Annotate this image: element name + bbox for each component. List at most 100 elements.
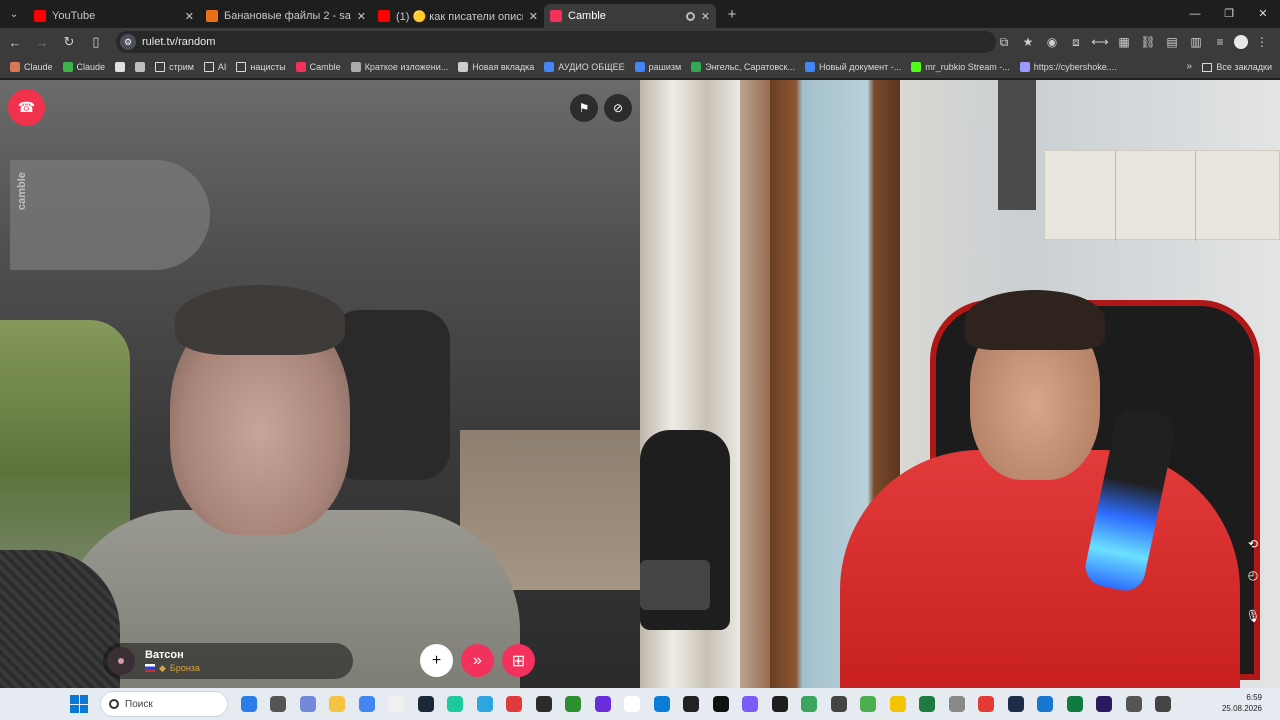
microphone-button[interactable]: 🎙 — [1243, 606, 1263, 626]
taskbar-app-button[interactable] — [1090, 690, 1120, 718]
taskbar-app-button[interactable] — [352, 690, 382, 718]
close-icon[interactable]: ✕ — [701, 10, 710, 23]
taskbar-app-button[interactable] — [824, 690, 854, 718]
taskbar-app-button[interactable] — [323, 690, 353, 718]
address-bar[interactable]: ⚙ rulet.tv/random — [116, 31, 996, 53]
bookmark-item[interactable]: mr_rubkio Stream -... — [907, 62, 1014, 72]
close-icon[interactable]: ✕ — [357, 10, 366, 23]
install-app-icon[interactable]: ⧉ — [994, 35, 1014, 50]
taskbar-app-button[interactable] — [559, 690, 589, 718]
bookmark-item[interactable]: Claude — [6, 62, 57, 72]
taskbar-app-button[interactable] — [706, 690, 736, 718]
link-icon[interactable]: ⛓ — [1138, 35, 1158, 49]
taskbar-app-button[interactable] — [1060, 690, 1090, 718]
switch-camera-button[interactable]: ⟲ — [1243, 534, 1263, 554]
apps-grid-icon[interactable]: ▦ — [1114, 35, 1134, 49]
bookmark-item[interactable]: Новая вкладка — [454, 62, 538, 72]
gift-button[interactable]: ⊞ — [502, 644, 535, 677]
bookmark-item[interactable] — [131, 62, 149, 72]
taskbar-app-button[interactable] — [382, 690, 412, 718]
bookmark-item[interactable]: нацисты — [232, 62, 289, 72]
plus-icon: + — [431, 651, 442, 669]
minimize-button[interactable]: — — [1178, 0, 1212, 28]
taskbar-app-button[interactable] — [293, 690, 323, 718]
tab-search-button[interactable]: ⌄ — [0, 0, 28, 28]
tab-youtube-writers[interactable]: (1) 🟡 как писатели описыва ✕ — [372, 4, 544, 28]
close-icon[interactable]: ✕ — [529, 10, 538, 23]
bookmarks-overflow-button[interactable]: » — [1186, 56, 1192, 78]
taskbar-app-button[interactable] — [441, 690, 471, 718]
app-icon — [1155, 696, 1172, 712]
taskbar-app-button[interactable] — [529, 690, 559, 718]
bookmark-item[interactable]: АУДИО ОБЩЕЕ — [540, 62, 628, 72]
taskbar-app-button[interactable] — [795, 690, 825, 718]
taskbar-app-button[interactable] — [765, 690, 795, 718]
bookmark-item[interactable]: https://cybershoke.... — [1016, 62, 1121, 72]
translate-icon[interactable]: ⟷ — [1090, 35, 1110, 49]
timer-button[interactable]: ◴ — [1243, 565, 1263, 585]
close-icon[interactable]: ✕ — [185, 10, 194, 23]
hangup-button[interactable]: ☎ — [8, 89, 45, 126]
taskbar-app-button[interactable] — [854, 690, 884, 718]
partner-info-card[interactable]: Ватсон ◆ Бронза — [103, 643, 353, 679]
report-flag-button[interactable]: ⚑ — [570, 94, 598, 122]
hide-video-button[interactable]: ⊘ — [604, 94, 632, 122]
bookmark-item[interactable]: Энгельс, Саратовск... — [687, 62, 799, 72]
bookmark-item[interactable]: Claude — [59, 62, 110, 72]
tab-banana-files[interactable]: Банановые файлы 2 - sansgot ✕ — [200, 4, 372, 28]
bookmark-item[interactable]: рашизм — [631, 62, 686, 72]
bookmark-item[interactable]: стрим — [151, 62, 198, 72]
taskbar-app-button[interactable] — [618, 690, 648, 718]
taskbar-app-button[interactable] — [1001, 690, 1031, 718]
add-friend-button[interactable]: + — [420, 644, 453, 677]
taskbar-app-button[interactable] — [942, 690, 972, 718]
extensions-puzzle-icon[interactable]: ⧈ — [1066, 35, 1086, 50]
reading-list-icon[interactable]: ▥ — [1186, 35, 1206, 49]
taskbar-app-button[interactable] — [883, 690, 913, 718]
taskbar-app-button[interactable] — [500, 690, 530, 718]
taskbar-app-button[interactable] — [1149, 690, 1179, 718]
start-button[interactable] — [70, 695, 88, 713]
calendar-icon[interactable]: ▤ — [1162, 35, 1182, 49]
bookmark-item[interactable]: Краткое изложени... — [347, 62, 453, 72]
taskbar-app-button[interactable] — [647, 690, 677, 718]
taskbar-app-button[interactable] — [234, 690, 264, 718]
sidebar-icon[interactable]: ▯ — [84, 34, 108, 50]
taskbar-app-button[interactable] — [736, 690, 766, 718]
taskbar-app-button[interactable] — [411, 690, 441, 718]
menu-kebab-icon[interactable]: ⋮ — [1252, 35, 1272, 49]
taskbar-search[interactable]: Поиск — [100, 691, 228, 717]
bookmark-favicon-icon — [804, 62, 815, 72]
next-partner-button[interactable]: » — [461, 644, 494, 677]
bookmark-favicon-icon — [544, 62, 555, 72]
bookmark-item[interactable]: Camble — [292, 62, 345, 72]
taskbar-app-button[interactable] — [264, 690, 294, 718]
bookmark-item[interactable]: AI — [200, 62, 231, 72]
media-control-icon[interactable]: ≡ — [1210, 35, 1230, 49]
url-text[interactable]: rulet.tv/random — [142, 36, 215, 48]
taskbar-app-button[interactable] — [1119, 690, 1149, 718]
site-info-icon[interactable]: ⚙ — [120, 34, 136, 50]
bookmark-item[interactable] — [111, 62, 129, 72]
forward-icon[interactable]: → — [30, 35, 54, 50]
bookmark-star-icon[interactable]: ★ — [1018, 35, 1038, 49]
tab-youtube[interactable]: YouTube ✕ — [28, 4, 200, 28]
tab-camble[interactable]: Camble ✕ — [544, 4, 716, 28]
taskbar-app-button[interactable] — [470, 690, 500, 718]
profile-avatar[interactable] — [1234, 35, 1248, 49]
back-icon[interactable]: ← — [3, 35, 27, 50]
taskbar-app-button[interactable] — [1031, 690, 1061, 718]
maximize-button[interactable]: ❐ — [1212, 0, 1246, 28]
taskbar-app-button[interactable] — [588, 690, 618, 718]
taskbar-app-button[interactable] — [913, 690, 943, 718]
taskbar-app-button[interactable] — [972, 690, 1002, 718]
all-bookmarks-button[interactable]: Все закладки — [1202, 56, 1272, 78]
taskbar-app-button[interactable] — [677, 690, 707, 718]
reload-icon[interactable]: ↻ — [57, 34, 81, 50]
extension-icon[interactable]: ◉ — [1042, 35, 1062, 49]
bookmark-item[interactable]: Новый документ -... — [801, 62, 905, 72]
clock-date: 25.08.2026 — [1221, 704, 1262, 713]
system-clock[interactable]: 6:59 25.08.2026 — [1222, 692, 1262, 714]
close-window-button[interactable]: ✕ — [1246, 0, 1280, 28]
new-tab-button[interactable]: + — [720, 6, 744, 23]
